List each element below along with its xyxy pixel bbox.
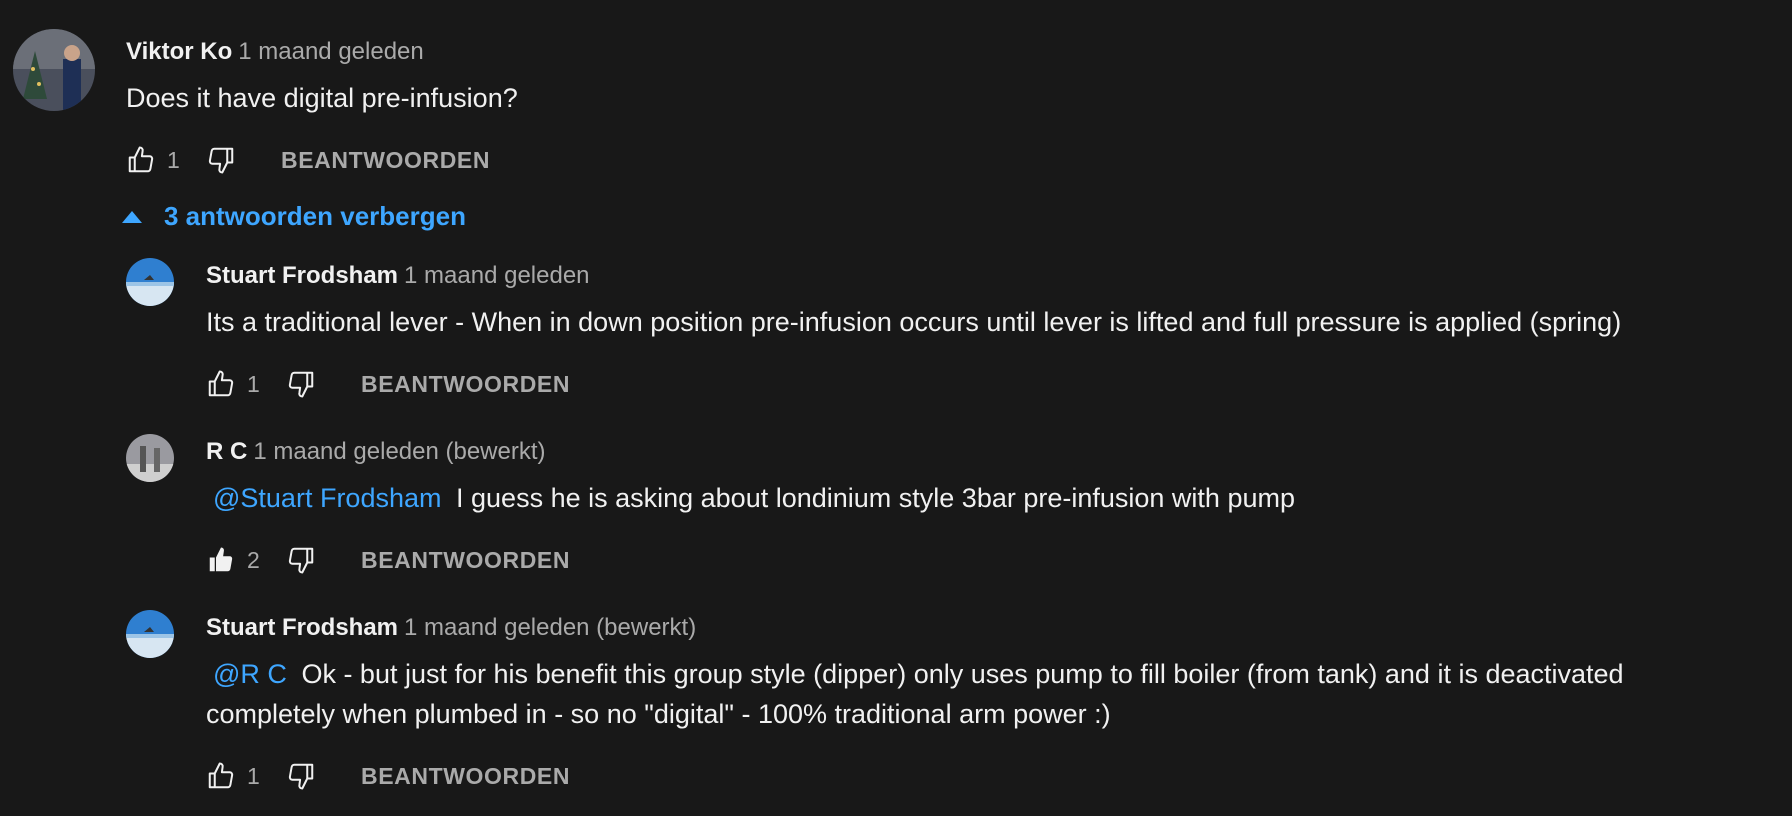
comment-actions: 1 BEANTWOORDEN xyxy=(203,758,570,794)
dislike-button[interactable] xyxy=(283,758,319,794)
thumb-up-icon xyxy=(126,145,156,175)
mention-link[interactable]: @Stuart Frodsham xyxy=(206,483,449,513)
comment-header: Stuart Frodsham 1 maand geleden (bewerkt) xyxy=(206,614,696,642)
like-button[interactable] xyxy=(123,142,159,178)
author-name[interactable]: Stuart Frodsham xyxy=(206,614,398,641)
author-name[interactable]: R C xyxy=(206,438,247,465)
hide-replies-button[interactable]: 3 antwoorden verbergen xyxy=(122,201,466,232)
timestamp[interactable]: 1 maand geleden (bewerkt) xyxy=(404,614,696,641)
comment-header: Stuart Frodsham 1 maand geleden xyxy=(206,262,590,290)
dislike-button[interactable] xyxy=(283,366,319,402)
like-count: 1 xyxy=(167,146,180,173)
avatar[interactable] xyxy=(126,610,174,658)
comment-actions: 1 BEANTWOORDEN xyxy=(203,366,570,402)
like-button[interactable] xyxy=(203,366,239,402)
reply-button[interactable]: BEANTWOORDEN xyxy=(361,371,570,398)
comment-actions: 2 BEANTWOORDEN xyxy=(203,542,570,578)
thumb-down-icon xyxy=(286,545,316,575)
thumb-up-icon xyxy=(206,369,236,399)
caret-up-icon xyxy=(122,210,142,223)
like-count: 2 xyxy=(247,546,260,573)
comment-header: R C1 maand geleden (bewerkt) xyxy=(206,438,546,466)
comment-actions: 1 BEANTWOORDEN xyxy=(123,142,490,178)
mention-link[interactable]: @R C xyxy=(206,659,294,689)
comment-text: Does it have digital pre-infusion? xyxy=(126,78,518,118)
like-count: 1 xyxy=(247,762,260,789)
comment-body: I guess he is asking about londinium sty… xyxy=(456,483,1295,513)
comment-header: Viktor Ko 1 maand geleden xyxy=(126,38,424,66)
comment-body: Its a traditional lever - When in down p… xyxy=(206,307,1622,337)
timestamp[interactable]: 1 maand geleden (bewerkt) xyxy=(253,438,545,465)
like-count: 1 xyxy=(247,370,260,397)
comment-text: Its a traditional lever - When in down p… xyxy=(206,302,1786,342)
thumb-down-icon xyxy=(286,369,316,399)
avatar[interactable] xyxy=(126,258,174,306)
thumb-up-filled-icon xyxy=(206,545,236,575)
avatar[interactable] xyxy=(13,29,95,111)
dislike-button[interactable] xyxy=(203,142,239,178)
timestamp[interactable]: 1 maand geleden xyxy=(238,38,423,65)
comment-body: Does it have digital pre-infusion? xyxy=(126,83,518,113)
author-name[interactable]: Stuart Frodsham xyxy=(206,262,398,289)
reply-button[interactable]: BEANTWOORDEN xyxy=(281,147,490,174)
thumb-down-icon xyxy=(286,761,316,791)
author-name[interactable]: Viktor Ko xyxy=(126,38,232,65)
reply-button[interactable]: BEANTWOORDEN xyxy=(361,547,570,574)
thumb-down-icon xyxy=(206,145,236,175)
dislike-button[interactable] xyxy=(283,542,319,578)
comment-body: Ok - but just for his benefit this group… xyxy=(206,659,1624,729)
comment-text: @R C Ok - but just for his benefit this … xyxy=(206,654,1706,734)
hide-replies-label: 3 antwoorden verbergen xyxy=(164,201,466,231)
reply-button[interactable]: BEANTWOORDEN xyxy=(361,763,570,790)
avatar[interactable] xyxy=(126,434,174,482)
thumb-up-icon xyxy=(206,761,236,791)
like-button[interactable] xyxy=(203,758,239,794)
comment-text: @Stuart Frodsham I guess he is asking ab… xyxy=(206,478,1786,518)
timestamp[interactable]: 1 maand geleden xyxy=(404,262,589,289)
like-button[interactable] xyxy=(203,542,239,578)
